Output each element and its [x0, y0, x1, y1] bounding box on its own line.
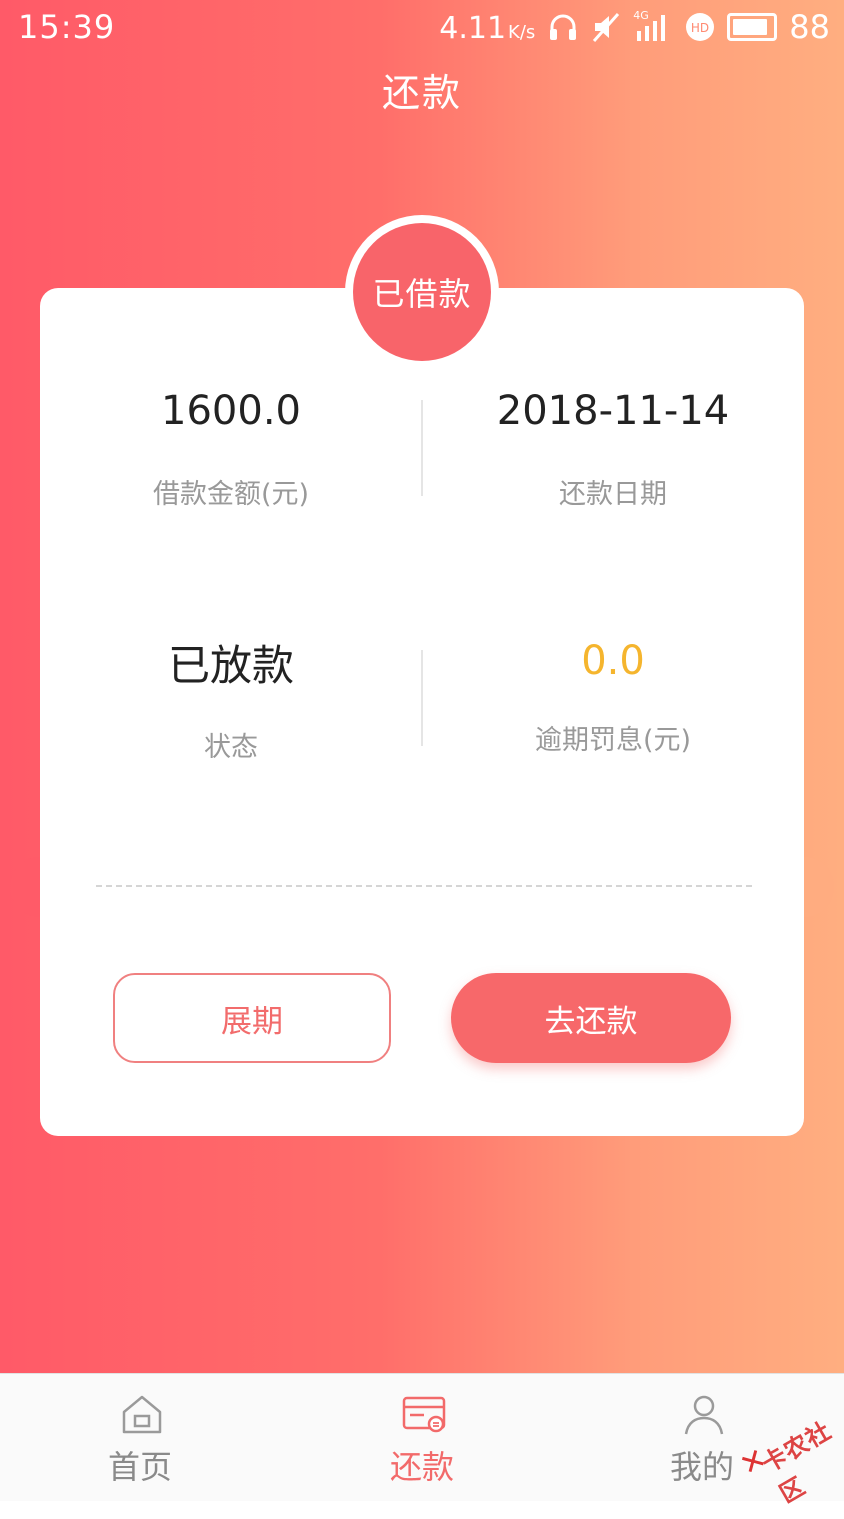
svg-text:HD: HD	[691, 21, 709, 35]
badge-label: 已借款	[353, 223, 491, 361]
home-icon	[122, 1395, 162, 1434]
bottom-tab-bar: 首页 还款 我的	[0, 1373, 844, 1501]
loan-status-label: 状态	[204, 732, 258, 763]
repay-date-value: 2018-11-14	[496, 388, 730, 434]
loan-amount-value: 1600.0	[161, 388, 301, 434]
penalty-block: 0.0 逾期罚息(元)	[422, 638, 804, 757]
loan-amount-label: 借款金额(元)	[152, 479, 310, 510]
battery-level: 88	[789, 8, 830, 46]
repay-button[interactable]: 去还款	[451, 973, 731, 1063]
hd-icon: HD	[686, 13, 715, 41]
loan-amount-block: 1600.0 借款金额(元)	[40, 388, 422, 511]
ticket-divider	[96, 885, 752, 887]
status-time: 15:39	[18, 8, 116, 46]
tab-repay-label: 还款	[389, 1448, 454, 1486]
status-block: 已放款 状态	[40, 632, 422, 764]
repay-icon	[402, 1396, 446, 1433]
user-icon	[684, 1395, 724, 1435]
loan-card: 1600.0 借款金额(元) 2018-11-14 还款日期 已放款 状态 0.…	[40, 288, 804, 1136]
page-title: 还款	[381, 71, 462, 115]
tab-home[interactable]: 首页	[40, 1374, 240, 1501]
repay-date-block: 2018-11-14 还款日期	[422, 388, 804, 511]
loan-status-value: 已放款	[167, 641, 294, 690]
penalty-value: 0.0	[581, 638, 645, 684]
status-bar: 15:39 4.11 K/s 4G HD 88	[0, 0, 844, 58]
tab-home-label: 首页	[107, 1448, 172, 1486]
status-icons: 4.11 K/s 4G HD 88	[439, 8, 830, 46]
battery-icon	[727, 13, 778, 41]
headphones-icon	[550, 14, 577, 40]
repay-date-label: 还款日期	[559, 479, 667, 510]
signal-icon: 4G	[633, 9, 673, 43]
loan-status-badge: 已借款	[345, 215, 499, 369]
mute-icon	[593, 13, 620, 42]
tab-repay[interactable]: 还款	[322, 1374, 522, 1501]
penalty-label: 逾期罚息(元)	[534, 725, 692, 756]
extend-button[interactable]: 展期	[113, 973, 391, 1063]
network-speed: 4.11 K/s	[439, 11, 536, 46]
